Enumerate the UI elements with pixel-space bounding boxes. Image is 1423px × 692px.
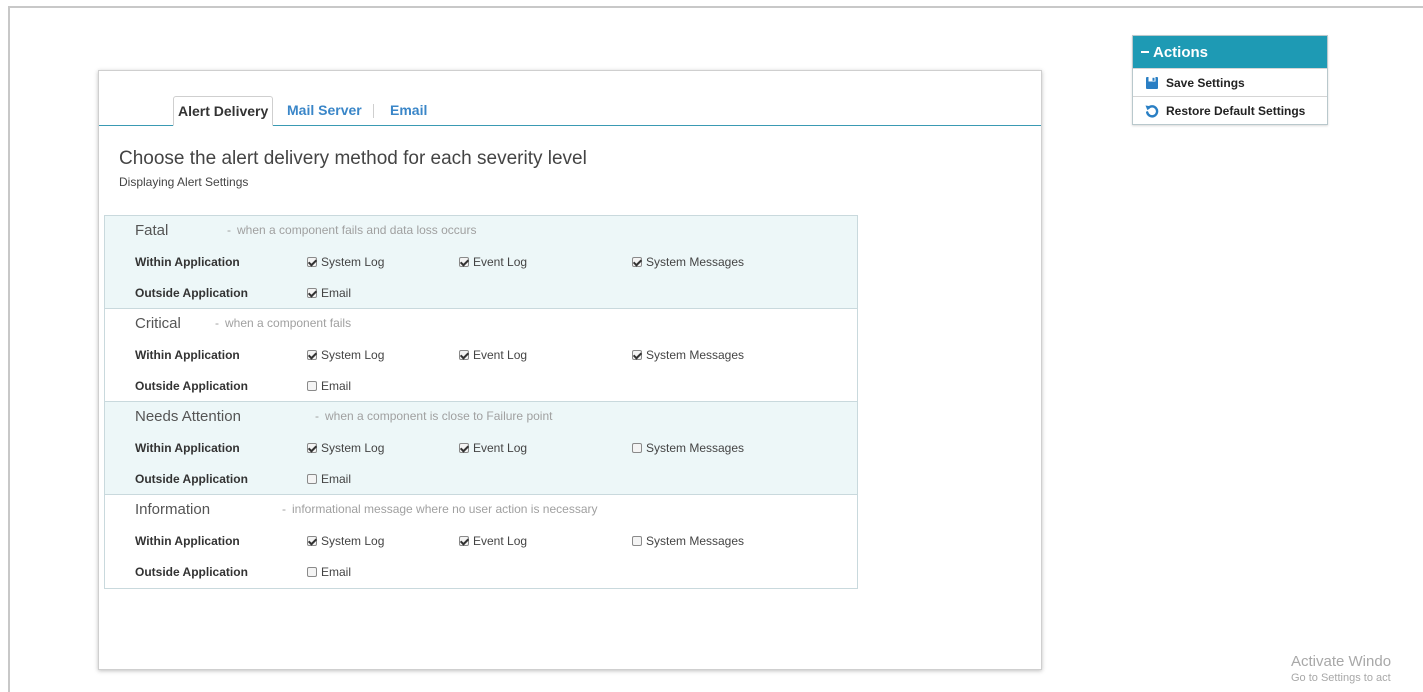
option-system-log[interactable]: System Log [307,255,384,269]
checkbox-event-log[interactable] [459,536,469,546]
severity-title: Critical [135,315,181,332]
checkbox-system-log[interactable] [307,536,317,546]
option-email[interactable]: Email [307,565,351,579]
option-email[interactable]: Email [307,286,351,300]
tab-bar: Alert Delivery Mail Server Email [99,96,1041,126]
option-label: System Log [321,348,385,362]
tab-mail-server[interactable]: Mail Server [287,96,362,125]
checkbox-system-messages[interactable] [632,350,642,360]
severity-description: - informational message where no user act… [282,502,597,516]
save-icon [1146,76,1158,89]
outside-application-label: Outside Application [135,286,248,300]
restore-defaults-label: Restore Default Settings [1166,103,1306,118]
activation-watermark: Activate Windo Go to Settings to act [1291,653,1391,684]
restore-icon [1145,104,1159,118]
option-system-messages[interactable]: System Messages [632,255,744,269]
severity-section: Critical - when a component fails Within Ap… [105,309,857,402]
page-subtitle: Displaying Alert Settings [119,175,249,189]
option-email[interactable]: Email [307,379,351,393]
watermark-line-1: Activate Windo [1291,653,1392,670]
option-label: System Messages [646,255,745,269]
option-label: System Log [321,255,385,269]
watermark-line-2: Go to Settings to act [1291,672,1391,684]
description-separator: - [282,502,286,516]
option-email[interactable]: Email [307,472,351,486]
option-label: System Messages [646,534,745,548]
option-label: Event Log [473,441,528,455]
actions-title: Actions [1153,43,1209,61]
alert-settings-panel: Alert Delivery Mail Server Email Choose … [98,70,1042,670]
page-title: Choose the alert delivery method for eac… [119,148,587,169]
severity-description: - when a component fails and data loss oc… [227,223,476,237]
severity-table: Fatal - when a component fails and data lo… [104,215,858,589]
collapse-icon[interactable] [1141,51,1149,53]
severity-section: Information - informational message where … [105,495,857,588]
option-label: Event Log [473,255,528,269]
within-application-label: Within Application [135,534,240,548]
save-settings-button[interactable]: Save Settings [1133,68,1327,96]
description-text: informational message where no user acti… [292,502,598,516]
option-event-log[interactable]: Event Log [459,441,527,455]
option-label: Email [321,379,352,393]
option-label: System Log [321,441,385,455]
outside-application-label: Outside Application [135,472,248,486]
description-text: when a component fails and data loss occ… [237,223,477,237]
option-label: System Messages [646,441,745,455]
option-system-log[interactable]: System Log [307,534,384,548]
option-event-log[interactable]: Event Log [459,255,527,269]
severity-section: Needs Attention - when a component is clos… [105,402,857,495]
tab-separator [373,104,374,118]
within-application-label: Within Application [135,255,240,269]
severity-title: Needs Attention [135,408,241,425]
tab-alert-delivery[interactable]: Alert Delivery [173,96,274,126]
restore-defaults-button[interactable]: Restore Default Settings [1133,96,1327,124]
option-label: Email [321,565,352,579]
tab-email[interactable]: Email [390,96,427,125]
option-label: Event Log [473,534,528,548]
save-settings-label: Save Settings [1166,75,1245,90]
actions-panel: Actions Save Settings Restore Default Se… [1132,35,1328,125]
within-application-label: Within Application [135,348,240,362]
checkbox-system-log[interactable] [307,350,317,360]
option-label: Email [321,286,352,300]
option-system-messages[interactable]: System Messages [632,441,744,455]
description-separator: - [315,409,319,423]
severity-description: - when a component fails [215,316,351,330]
option-label: System Log [321,534,385,548]
checkbox-email[interactable] [307,474,317,484]
checkbox-email[interactable] [307,381,317,391]
checkbox-event-log[interactable] [459,257,469,267]
within-application-label: Within Application [135,441,240,455]
description-separator: - [215,316,219,330]
description-text: when a component is close to Failure poi… [325,409,553,423]
option-system-log[interactable]: System Log [307,348,384,362]
checkbox-email[interactable] [307,567,317,577]
description-separator: - [227,223,231,237]
outside-application-label: Outside Application [135,379,248,393]
severity-title: Fatal [135,222,169,239]
option-system-messages[interactable]: System Messages [632,534,744,548]
option-event-log[interactable]: Event Log [459,348,527,362]
option-label: System Messages [646,348,745,362]
checkbox-system-messages[interactable] [632,257,642,267]
actions-header[interactable]: Actions [1133,36,1327,68]
option-system-log[interactable]: System Log [307,441,384,455]
checkbox-system-messages[interactable] [632,536,642,546]
checkbox-event-log[interactable] [459,443,469,453]
description-text: when a component fails [225,316,352,330]
option-event-log[interactable]: Event Log [459,534,527,548]
checkbox-system-log[interactable] [307,443,317,453]
severity-title: Information [135,501,211,518]
checkbox-system-log[interactable] [307,257,317,267]
severity-description: - when a component is close to Failure po… [315,409,552,423]
outside-application-label: Outside Application [135,565,248,579]
checkbox-event-log[interactable] [459,350,469,360]
option-system-messages[interactable]: System Messages [632,348,744,362]
severity-section: Fatal - when a component fails and data lo… [105,216,857,309]
checkbox-email[interactable] [307,288,317,298]
option-label: Event Log [473,348,528,362]
option-label: Email [321,472,352,486]
checkbox-system-messages[interactable] [632,443,642,453]
